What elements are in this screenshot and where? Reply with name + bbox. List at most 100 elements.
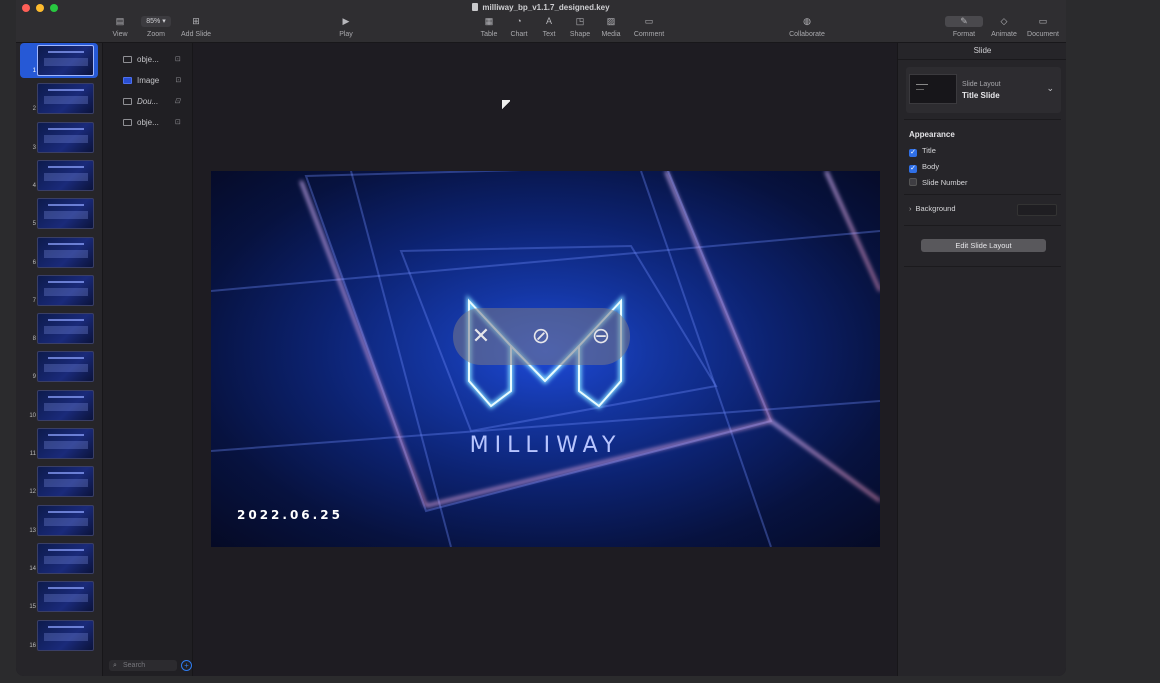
thumbnail-image [37, 45, 94, 76]
slide-number: 10 [29, 412, 36, 419]
thumbnail-image [37, 581, 94, 613]
layout-value: Title Slide [962, 91, 1000, 100]
slide-number: 2 [32, 106, 36, 113]
hud-overlay: ✕ ⊘ ⊖ [453, 308, 630, 365]
thumbnail-image [37, 351, 94, 383]
slide-number: 11 [29, 451, 36, 457]
thumbnail-image [37, 121, 94, 153]
format-inspector: Slide Slide Layout Title Slide ⌄ Appeara… [897, 43, 1066, 676]
play-icon: ▶ [342, 16, 350, 26]
mute-icon[interactable]: ⊘ [527, 322, 555, 350]
app-root: milliway_bp_v1.1.7_designed.key ▤ View 85… [0, 0, 1160, 683]
slide-thumbnail[interactable]: 13 [16, 503, 102, 538]
comment-label: Comment [633, 31, 665, 38]
zoom-select[interactable]: 85% ▾ [141, 16, 171, 27]
background-label: Background [915, 204, 956, 213]
slide-thumbnail[interactable]: 12 [16, 464, 102, 499]
chart-label: Chart [510, 31, 528, 38]
object-label: Dou... [137, 97, 159, 106]
slide-thumbnail[interactable]: 3 [16, 120, 102, 155]
slide-thumbnail[interactable]: 1 [20, 43, 98, 78]
object-list-item[interactable]: obje... ⊡ [123, 118, 181, 129]
slide-number: 4 [32, 182, 36, 189]
slide-number: 5 [32, 221, 36, 228]
shape-button[interactable]: ◳ Shape [568, 16, 592, 38]
comment-button[interactable]: ▭ Comment [631, 16, 667, 38]
collaborate-button[interactable]: ◍ Collaborate [786, 16, 828, 38]
table-button[interactable]: ▦ Table [479, 16, 499, 38]
zoom-label: Zoom [147, 31, 165, 38]
body-checkbox[interactable]: ✓ Body [909, 162, 939, 173]
lock-icon[interactable]: ⊡ [175, 118, 181, 126]
slide-thumbnail[interactable]: 14 [16, 541, 102, 576]
media-button[interactable]: ▨ Media [600, 16, 622, 38]
add-object-icon[interactable]: + [181, 660, 192, 671]
slide-number-checkbox[interactable]: Slide Number [909, 178, 967, 187]
format-button[interactable]: ✎ Format [945, 16, 983, 38]
slide-thumbnail[interactable]: 16 [16, 618, 102, 653]
slide-thumbnail[interactable]: 8 [16, 311, 102, 346]
slide-thumbnail[interactable]: 10 [16, 388, 102, 423]
animate-icon: ◇ [1000, 16, 1008, 26]
background-disclosure[interactable]: › Background [909, 204, 956, 213]
lock-icon[interactable]: ⊡ [174, 97, 180, 105]
slide-thumbnail[interactable]: 7 [16, 273, 102, 308]
slide-number: 7 [32, 297, 36, 304]
lock-icon[interactable]: ⊡ [175, 76, 181, 84]
divider [904, 194, 1061, 195]
slide-number: 16 [29, 642, 36, 649]
play-label: Play [339, 31, 353, 38]
shape-label: Shape [569, 31, 591, 38]
checkbox-label: Slide Number [922, 178, 968, 187]
slide-thumbnail[interactable]: 6 [16, 235, 102, 270]
slide-thumbnail[interactable]: 4 [16, 158, 102, 193]
animate-button[interactable]: ◇ Animate [988, 16, 1020, 38]
checkbox-label: Title [922, 146, 936, 155]
table-icon: ▦ [484, 16, 494, 26]
add-slide-button[interactable]: ⊞ Add Slide [180, 16, 212, 38]
document-inspector-icon: ▭ [1038, 16, 1048, 26]
appearance-heading: Appearance [909, 130, 955, 139]
object-list-item[interactable]: obje... ⊡ [123, 55, 181, 66]
view-button[interactable]: ▤ View [112, 16, 128, 38]
slide-thumbnail[interactable]: 5 [16, 196, 102, 231]
slide-thumbnail[interactable]: 11 [16, 426, 102, 461]
slide-navigator: 1 2 3 4 5 6 7 8 9 10 11 12 13 14 15 16 [16, 43, 103, 676]
thumbnail-image [37, 504, 94, 536]
zoom-control[interactable]: 85% ▾ Zoom [140, 16, 172, 38]
thumbnail-image [37, 542, 94, 574]
checkbox-unchecked-icon [909, 178, 917, 186]
title-checkbox[interactable]: ✓ Title [909, 146, 936, 157]
minus-circle-icon[interactable]: ⊖ [587, 322, 615, 350]
checkbox-label: Body [922, 162, 940, 171]
text-button[interactable]: A Text [540, 16, 558, 38]
edit-slide-layout-button[interactable]: Edit Slide Layout [921, 239, 1046, 252]
slide-thumbnail[interactable]: 2 [16, 81, 102, 116]
zoom-value: 85% [146, 18, 161, 25]
chart-button[interactable]: ◔ Chart [508, 16, 530, 38]
slide-canvas[interactable]: ✕ ⊘ ⊖ MILLIWAY 2022.06.25 [194, 43, 897, 676]
window-title: milliway_bp_v1.1.7_designed.key [16, 3, 1066, 12]
inspector-tab-title[interactable]: Slide [898, 46, 1066, 55]
slide-brand-text[interactable]: MILLIWAY [211, 433, 880, 458]
play-button[interactable]: ▶ Play [334, 16, 358, 38]
toolbar: milliway_bp_v1.1.7_designed.key ▤ View 85… [16, 0, 1066, 43]
comment-icon: ▭ [644, 16, 654, 26]
slide-layout-picker[interactable]: Slide Layout Title Slide ⌄ [906, 67, 1061, 113]
object-list-item[interactable]: Dou... ⊡ [123, 97, 180, 108]
pin-off-icon[interactable]: ✕ [467, 322, 495, 350]
object-label: obje... [137, 55, 159, 64]
thumbnail-image [37, 198, 94, 230]
slide-1[interactable]: ✕ ⊘ ⊖ MILLIWAY 2022.06.25 [211, 171, 880, 547]
format-label: Format [952, 31, 976, 38]
image-icon [123, 77, 132, 84]
background-color-well[interactable] [1017, 204, 1057, 216]
object-search-field[interactable]: ⌕ Search [109, 660, 177, 671]
slide-thumbnail[interactable]: 9 [16, 349, 102, 384]
add-slide-icon: ⊞ [192, 16, 200, 26]
slide-thumbnail[interactable]: 15 [16, 579, 102, 614]
document-button[interactable]: ▭ Document [1025, 16, 1061, 38]
slide-date-text[interactable]: 2022.06.25 [237, 508, 343, 522]
lock-icon[interactable]: ⊡ [175, 55, 181, 63]
object-list-item[interactable]: Image ⊡ [123, 76, 181, 87]
